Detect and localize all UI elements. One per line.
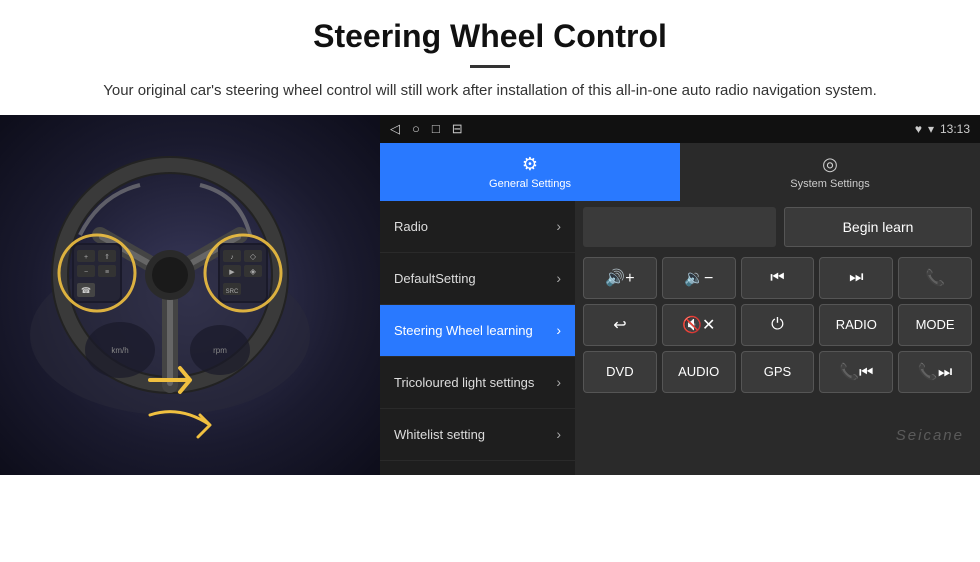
dvd-button[interactable]: DVD — [583, 351, 657, 393]
back-icon[interactable]: ◁ — [390, 121, 400, 137]
menu-icon[interactable]: ⊟ — [452, 121, 463, 137]
next-track-icon: ⏭ — [849, 269, 863, 287]
menu-item-radio[interactable]: Radio › — [380, 201, 575, 253]
signal-icon: ▾ — [928, 122, 934, 136]
left-menu: Radio › DefaultSetting › Steering Wheel … — [380, 201, 575, 475]
chevron-right-icon: › — [556, 374, 561, 390]
menu-item-steering-wheel[interactable]: Steering Wheel learning › — [380, 305, 575, 357]
tab-system-settings[interactable]: ◎ System Settings — [680, 143, 980, 201]
svg-text:⇑: ⇑ — [104, 253, 110, 261]
steering-wheel-svg: + − ☎ ⇑ ≡ ♪ ▶ SRC — [20, 135, 320, 435]
audio-button[interactable]: AUDIO — [662, 351, 736, 393]
svg-text:rpm: rpm — [213, 346, 227, 355]
svg-text:◇: ◇ — [250, 252, 257, 261]
menu-item-steering-label: Steering Wheel learning — [394, 323, 556, 338]
status-bar-nav-icons: ◁ ○ □ ⊟ — [390, 121, 463, 137]
chevron-right-icon: › — [556, 322, 561, 338]
location-icon: ♥ — [915, 122, 922, 136]
svg-text:♪: ♪ — [230, 254, 234, 261]
vol-up-icon: 🔊+ — [605, 268, 634, 288]
button-grid: 🔊+ 🔉− ⏮ ⏭ 📞 — [575, 253, 980, 397]
radio-button[interactable]: RADIO — [819, 304, 893, 346]
phone-button[interactable]: 📞 — [898, 257, 972, 299]
audio-label: AUDIO — [678, 364, 719, 379]
svg-text:▶: ▶ — [229, 269, 235, 276]
car-image-section: + − ☎ ⇑ ≡ ♪ ▶ SRC — [0, 115, 380, 475]
radio-label: RADIO — [836, 317, 877, 332]
begin-learn-row: Begin learn — [575, 201, 980, 253]
seicane-watermark: Seicane — [896, 427, 964, 444]
begin-learn-empty-space — [583, 207, 776, 247]
status-time: 13:13 — [940, 122, 970, 136]
page-wrapper: Steering Wheel Control Your original car… — [0, 0, 980, 475]
vol-down-icon: 🔉− — [684, 268, 713, 288]
hangup-icon: ↩ — [613, 315, 626, 335]
menu-item-tricoloured[interactable]: Tricoloured light settings › — [380, 357, 575, 409]
title-divider — [470, 65, 510, 68]
svg-text:SRC: SRC — [226, 289, 239, 295]
svg-text:+: + — [84, 254, 88, 261]
content-area: + − ☎ ⇑ ≡ ♪ ▶ SRC — [0, 115, 980, 475]
power-icon: ⏻ — [771, 316, 784, 334]
chevron-right-icon: › — [556, 426, 561, 442]
page-title: Steering Wheel Control — [60, 18, 920, 55]
tab-general-label: General Settings — [489, 178, 571, 190]
button-row-2: ↩ 🔇✕ ⏻ RADIO MO — [583, 304, 972, 346]
phone-icon: 📞 — [925, 268, 945, 288]
general-settings-icon: ⚙ — [522, 154, 538, 175]
next-track-button[interactable]: ⏭ — [819, 257, 893, 299]
system-settings-icon: ◎ — [822, 154, 838, 175]
tab-system-label: System Settings — [790, 178, 869, 190]
vol-up-button[interactable]: 🔊+ — [583, 257, 657, 299]
svg-text:−: − — [84, 269, 88, 276]
begin-learn-button[interactable]: Begin learn — [784, 207, 972, 247]
chevron-right-icon: › — [556, 218, 561, 234]
top-tabs: ⚙ General Settings ◎ System Settings — [380, 143, 980, 201]
prev-track-button[interactable]: ⏮ — [741, 257, 815, 299]
svg-text:☎: ☎ — [81, 286, 91, 295]
gps-button[interactable]: GPS — [741, 351, 815, 393]
hangup-button[interactable]: ↩ — [583, 304, 657, 346]
tab-general-settings[interactable]: ⚙ General Settings — [380, 143, 680, 201]
menu-item-radio-label: Radio — [394, 219, 556, 234]
menu-item-tricoloured-label: Tricoloured light settings — [394, 375, 556, 390]
vol-down-button[interactable]: 🔉− — [662, 257, 736, 299]
mode-button[interactable]: MODE — [898, 304, 972, 346]
dvd-label: DVD — [606, 364, 633, 379]
power-button[interactable]: ⏻ — [741, 304, 815, 346]
gps-label: GPS — [764, 364, 791, 379]
tel-prev-icon: 📞⏮ — [839, 362, 873, 382]
chevron-right-icon: › — [556, 270, 561, 286]
mode-label: MODE — [916, 317, 955, 332]
mute-button[interactable]: 🔇✕ — [662, 304, 736, 346]
menu-item-whitelist-label: Whitelist setting — [394, 427, 556, 442]
tel-next-button[interactable]: 📞⏭ — [898, 351, 972, 393]
menu-item-default-setting[interactable]: DefaultSetting › — [380, 253, 575, 305]
right-control-panel: Begin learn 🔊+ 🔉− — [575, 201, 980, 475]
car-image-bg: + − ☎ ⇑ ≡ ♪ ▶ SRC — [0, 115, 380, 475]
svg-text:≡: ≡ — [105, 269, 109, 276]
main-body: Radio › DefaultSetting › Steering Wheel … — [380, 201, 980, 475]
svg-text:km/h: km/h — [111, 346, 128, 355]
status-bar-right: ♥ ▾ 13:13 — [915, 122, 970, 136]
button-row-1: 🔊+ 🔉− ⏮ ⏭ 📞 — [583, 257, 972, 299]
header-section: Steering Wheel Control Your original car… — [0, 0, 980, 115]
prev-track-icon: ⏮ — [770, 269, 784, 287]
menu-item-whitelist[interactable]: Whitelist setting › — [380, 409, 575, 461]
subtitle-text: Your original car's steering wheel contr… — [60, 80, 920, 103]
status-bar: ◁ ○ □ ⊟ ♥ ▾ 13:13 — [380, 115, 980, 143]
recent-icon[interactable]: □ — [432, 121, 440, 136]
menu-item-default-label: DefaultSetting — [394, 271, 556, 286]
home-icon[interactable]: ○ — [412, 121, 420, 136]
mute-icon: 🔇✕ — [682, 315, 715, 335]
tel-prev-button[interactable]: 📞⏮ — [819, 351, 893, 393]
android-panel: ◁ ○ □ ⊟ ♥ ▾ 13:13 ⚙ General Settings — [380, 115, 980, 475]
button-row-3: DVD AUDIO GPS 📞⏮ — [583, 351, 972, 393]
arrow-annotation — [130, 395, 250, 455]
watermark-area: Seicane — [575, 397, 980, 475]
svg-text:◈: ◈ — [250, 267, 257, 276]
tel-next-icon: 📞⏭ — [918, 362, 952, 382]
